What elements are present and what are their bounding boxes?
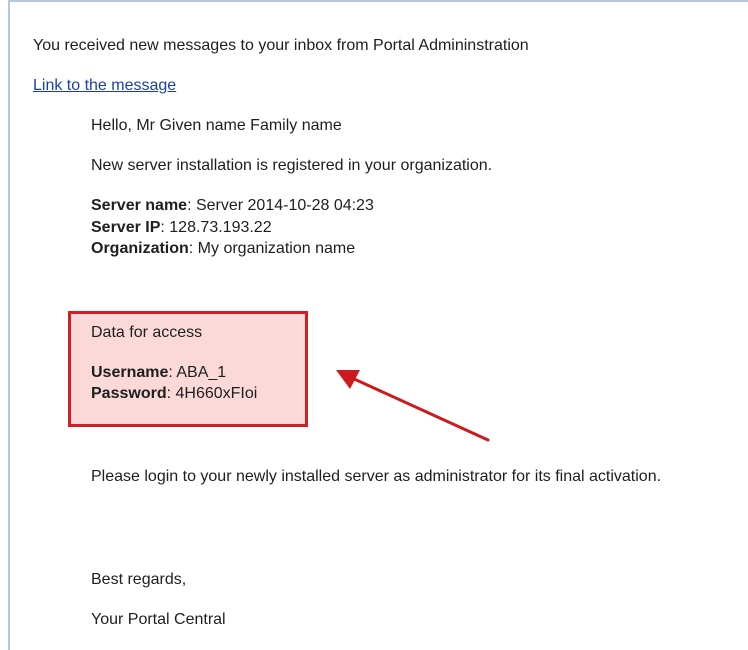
instruction-text: Please login to your newly installed ser… [91,468,662,485]
signature-text: Your Portal Central [91,611,226,628]
red-arrow-icon [336,370,490,442]
closing-text: Best regards, [91,571,187,588]
